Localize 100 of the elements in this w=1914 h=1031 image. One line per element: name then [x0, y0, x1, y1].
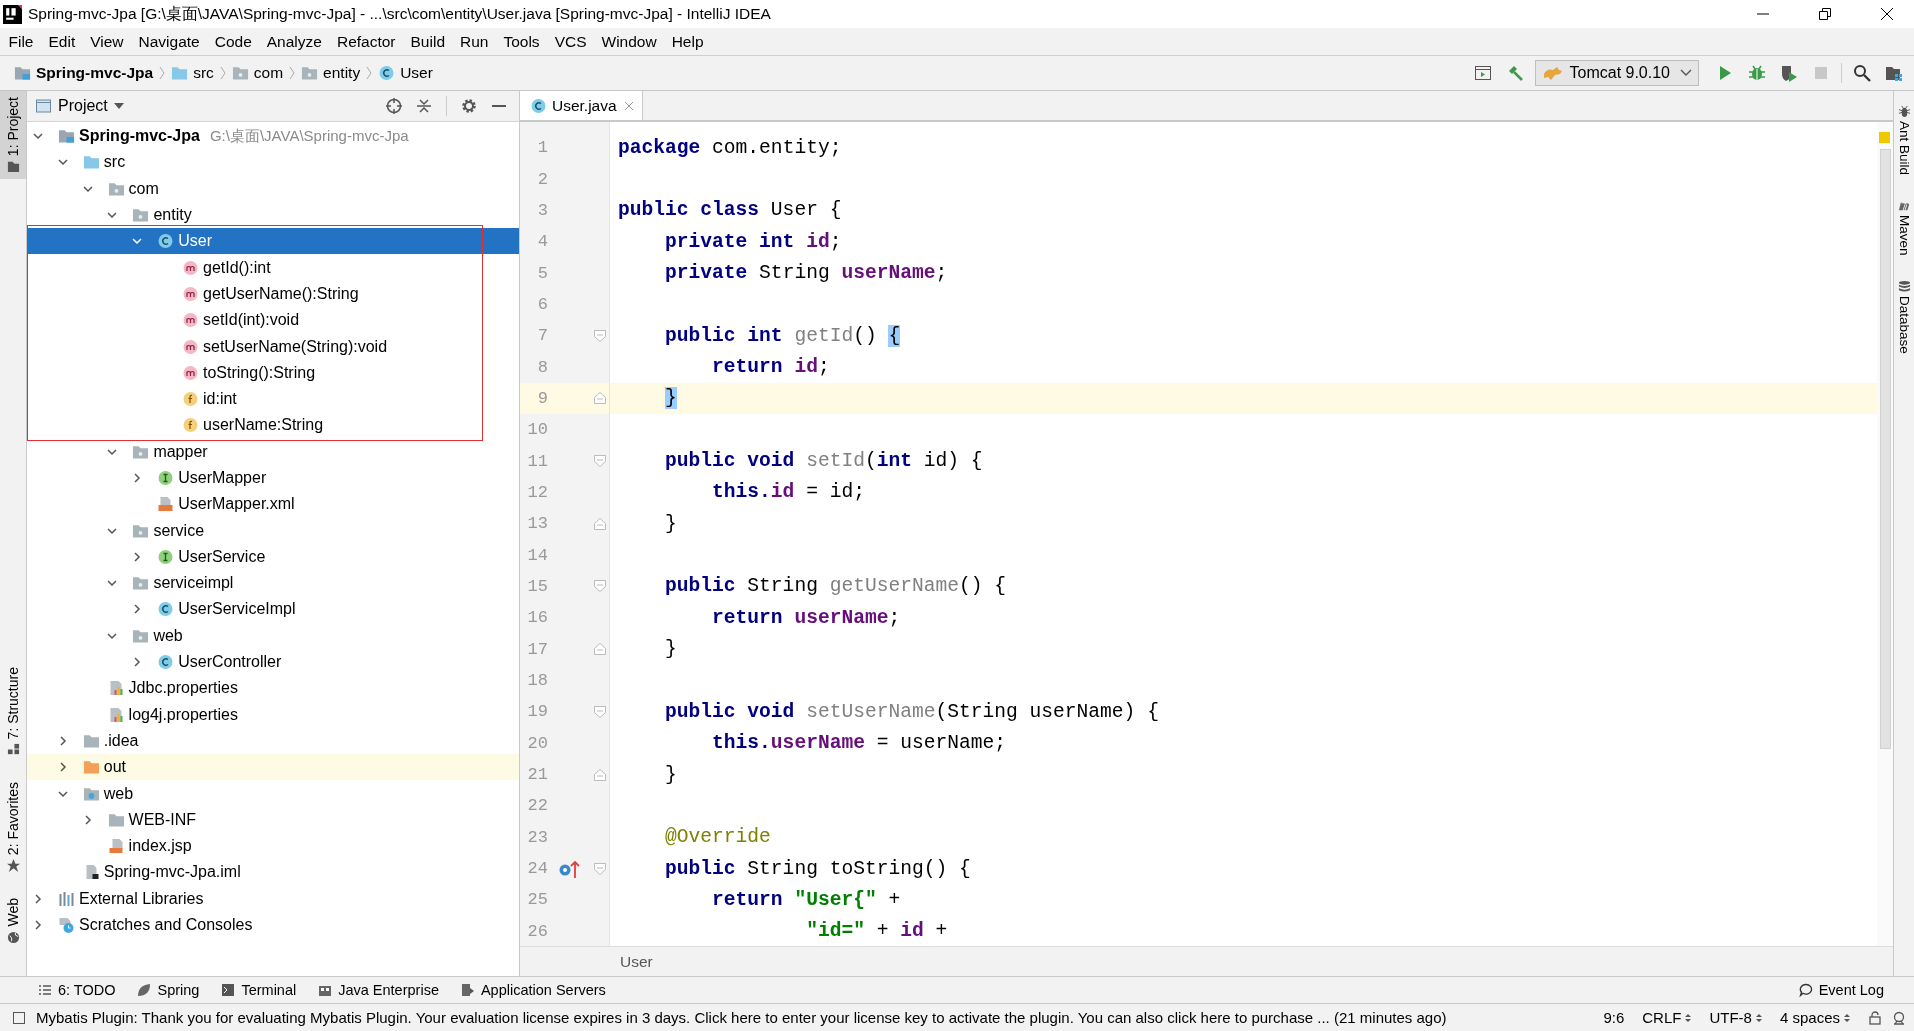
tree-item[interactable]: com	[27, 175, 519, 202]
close-icon[interactable]	[1880, 7, 1894, 21]
tree-item[interactable]: User	[27, 228, 519, 255]
tree-item[interactable]: .idea	[27, 727, 519, 755]
line-number: 11	[526, 451, 548, 471]
menu-item[interactable]: VCS	[547, 32, 594, 51]
tool-window-button[interactable]: Event Log	[1798, 982, 1884, 998]
tool-window-tab[interactable]: 2: Favorites	[0, 776, 26, 879]
search-icon[interactable]	[1853, 64, 1871, 82]
settings-icon[interactable]	[460, 97, 478, 115]
tool-window-tab[interactable]: Ant Build	[1894, 105, 1914, 176]
breadcrumb-item[interactable]: User	[620, 952, 653, 971]
menu-item[interactable]: Refactor	[329, 32, 404, 51]
menu-item[interactable]: Edit	[41, 32, 83, 51]
line-number: 9	[536, 388, 548, 408]
separator-icon	[219, 65, 226, 81]
breadcrumb-item[interactable]: com	[229, 64, 286, 82]
menu-item[interactable]: Build	[403, 32, 453, 51]
class-icon	[157, 233, 175, 250]
lock-icon[interactable]	[1868, 1010, 1882, 1025]
menu-item[interactable]: Analyze	[259, 32, 330, 51]
tree-item[interactable]: getId():int	[27, 254, 519, 281]
tree-item[interactable]: UserMapper.xml	[27, 491, 519, 518]
tree-item[interactable]: out	[27, 754, 519, 781]
tool-window-tab[interactable]: 1: Project	[0, 91, 26, 180]
square-icon[interactable]	[12, 1010, 26, 1025]
status-dropdown[interactable]: 4 spaces	[1779, 1009, 1850, 1026]
line-number: 10	[526, 420, 548, 440]
tree-item[interactable]: UserMapper	[27, 464, 519, 492]
tree-item[interactable]: userName:String	[27, 412, 519, 439]
scrollbar[interactable]	[1880, 149, 1891, 749]
tree-item[interactable]: index.jsp	[27, 833, 519, 860]
line-number: 7	[536, 326, 548, 346]
caret-position[interactable]: 9:6	[1603, 1009, 1625, 1026]
tool-window-button[interactable]: Terminal	[221, 982, 297, 998]
package-icon	[132, 627, 150, 644]
restore-icon[interactable]	[1818, 7, 1832, 21]
tree-item[interactable]: Scratches and Consoles	[27, 911, 519, 939]
status-message[interactable]: Mybatis Plugin: Thank you for evaluating Mybatis Plugin. Your evaluation license expires in 3 days. Click here to enter your license key to activate the plugin. You can also click here to purchase ... (21 minutes ago)	[36, 1009, 1594, 1026]
menu-item[interactable]: Run	[452, 32, 496, 51]
chevron-right-icon[interactable]	[32, 919, 44, 932]
tree-item[interactable]: log4j.properties	[27, 701, 519, 728]
tree-item[interactable]: External Libraries	[27, 885, 519, 912]
chevron-right-icon[interactable]	[32, 892, 44, 905]
bug-icon[interactable]	[1748, 64, 1766, 82]
inspector-icon[interactable]	[1892, 1010, 1906, 1025]
tool-window-tab[interactable]: Database	[1894, 279, 1914, 354]
collapse-all-icon[interactable]	[415, 97, 433, 115]
menu-item[interactable]: Navigate	[131, 32, 208, 51]
run-window-icon[interactable]	[1473, 64, 1492, 82]
tree-item[interactable]: UserService	[27, 543, 519, 571]
locate-icon[interactable]	[385, 97, 403, 115]
menu-item[interactable]: Help	[664, 32, 712, 51]
enterprise-icon	[318, 983, 333, 997]
menu-item[interactable]: Code	[207, 32, 260, 51]
tree-item[interactable]: mapper	[27, 438, 519, 465]
tree-item[interactable]: src	[27, 149, 519, 176]
tree-item[interactable]: getUserName():String	[27, 280, 519, 308]
override-icon[interactable]	[558, 858, 580, 879]
breadcrumb-item[interactable]: src	[169, 64, 216, 82]
coverage-icon[interactable]	[1780, 64, 1798, 82]
panel-title[interactable]: Project	[58, 97, 108, 115]
menu-item[interactable]: File	[1, 32, 41, 51]
tree-item[interactable]: UserController	[27, 648, 519, 676]
tree-item[interactable]: service	[27, 517, 519, 544]
tree-item[interactable]: web	[27, 780, 519, 807]
menu-item[interactable]: View	[82, 32, 132, 51]
tree-item[interactable]: Spring-mvc-Jpa G:\桌面\JAVA\Spring-mvc-Jpa	[27, 123, 519, 150]
tree-item[interactable]: WEB-INF	[27, 806, 519, 833]
tool-window-button[interactable]: Spring	[137, 982, 200, 998]
scratches-icon	[58, 917, 75, 934]
breadcrumb-item[interactable]: entity	[299, 64, 363, 82]
tool-window-tab[interactable]: Maven	[1894, 199, 1914, 256]
tool-window-button[interactable]: Java Enterprise	[318, 982, 439, 998]
project-structure-icon[interactable]	[1885, 64, 1903, 82]
tree-item[interactable]: toString():String	[27, 359, 519, 386]
tree-item[interactable]: id:int	[27, 385, 519, 413]
status-dropdown[interactable]: CRLF	[1642, 1009, 1692, 1026]
tree-item[interactable]: setId(int):void	[27, 307, 519, 334]
tree-item[interactable]: UserServiceImpl	[27, 596, 519, 623]
class-icon	[378, 65, 396, 81]
breadcrumb-item[interactable]: Spring-mvc-Jpa	[12, 64, 156, 82]
menu-item[interactable]: Tools	[495, 32, 548, 51]
tool-window-tab[interactable]: 7: Structure	[0, 660, 26, 763]
tool-window-tab[interactable]: Web	[0, 892, 26, 950]
status-dropdown[interactable]: UTF-8	[1709, 1009, 1762, 1026]
tree-item[interactable]: Jdbc.properties	[27, 675, 519, 702]
tree-item[interactable]: serviceimpl	[27, 570, 519, 597]
editor-tab[interactable]: User.java	[520, 91, 643, 120]
tree-item[interactable]: Spring-mvc-Jpa.iml	[27, 859, 519, 886]
tool-window-button[interactable]: Application Servers	[460, 982, 606, 998]
menu-item[interactable]: Window	[594, 32, 665, 51]
tree-item[interactable]: web	[27, 622, 519, 649]
tree-item[interactable]: entity	[27, 201, 519, 229]
tree-item[interactable]: setUserName(String):void	[27, 333, 519, 360]
field-icon	[182, 391, 199, 408]
caret-icon[interactable]	[113, 103, 124, 109]
run-configuration-dropdown[interactable]: Tomcat 9.0.10	[1534, 60, 1699, 86]
breadcrumb-item[interactable]: User	[376, 64, 435, 82]
tool-window-button[interactable]: 6: TODO	[38, 982, 116, 998]
